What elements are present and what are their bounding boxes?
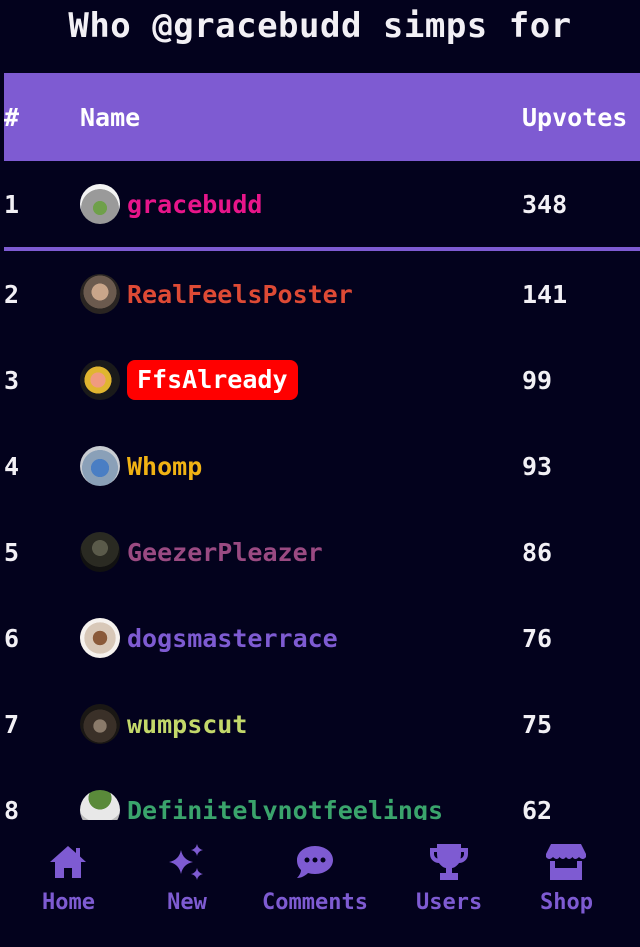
avatar[interactable] [80, 704, 120, 744]
username-link[interactable]: dogsmasterrace [127, 624, 338, 653]
table-row: 5 GeezerPleazer 86 [4, 509, 640, 595]
trophy-icon [430, 844, 469, 880]
rank: 6 [4, 623, 20, 653]
avatar[interactable] [80, 274, 120, 314]
header-rank: # [4, 102, 20, 132]
table-row: 6 dogsmasterrace 76 [4, 595, 640, 681]
bottom-nav: Home New Comments Users Shop [0, 830, 640, 947]
rank: 1 [4, 189, 20, 219]
upvote-count: 99 [522, 365, 553, 395]
nav-users[interactable]: Users [416, 842, 482, 915]
nav-comments[interactable]: Comments [262, 842, 368, 915]
table-row: 8 Definitelynotfeelings 62 [4, 767, 640, 820]
username-link[interactable]: wumpscut [127, 710, 247, 739]
nav-comments-label: Comments [262, 890, 368, 915]
username-link[interactable]: RealFeelsPoster [127, 280, 353, 309]
rank: 2 [4, 279, 20, 309]
shop-icon [546, 844, 587, 880]
sparkles-icon [169, 844, 203, 880]
upvote-count: 86 [522, 537, 553, 567]
rank: 8 [4, 795, 20, 821]
avatar[interactable] [80, 532, 120, 572]
upvote-count: 76 [522, 623, 553, 653]
upvote-count: 62 [522, 795, 553, 821]
upvote-count: 75 [522, 709, 553, 739]
username-link[interactable]: GeezerPleazer [127, 538, 323, 567]
table-row: 1 gracebudd 348 [4, 161, 640, 251]
table-header: # Name Upvotes [4, 73, 640, 161]
leaderboard-table: # Name Upvotes 1 gracebudd 348 2 RealFee… [4, 73, 640, 820]
table-row: 7 wumpscut 75 [4, 681, 640, 767]
table-row: 2 RealFeelsPoster 141 [4, 251, 640, 337]
nav-home-label: Home [42, 890, 95, 915]
table-row: 3 FfsAlready 99 [4, 337, 640, 423]
comment-icon [296, 846, 333, 878]
avatar[interactable] [80, 360, 120, 400]
avatar[interactable] [80, 446, 120, 486]
username-link[interactable]: FfsAlready [127, 360, 298, 400]
rank: 4 [4, 451, 20, 481]
nav-users-label: Users [416, 890, 483, 915]
username-link[interactable]: Definitelynotfeelings [127, 796, 443, 821]
nav-new-label: New [167, 890, 207, 915]
rank: 5 [4, 537, 20, 567]
upvote-count: 348 [522, 189, 568, 219]
avatar[interactable] [80, 618, 120, 658]
avatar[interactable] [80, 790, 120, 820]
home-icon [50, 846, 87, 878]
upvote-count: 141 [522, 279, 568, 309]
header-name: Name [80, 102, 141, 132]
nav-shop[interactable]: Shop [540, 842, 593, 915]
rank: 3 [4, 365, 20, 395]
nav-shop-label: Shop [540, 890, 593, 915]
table-row: 4 Whomp 93 [4, 423, 640, 509]
username-link[interactable]: Whomp [127, 452, 202, 481]
page-title: Who @gracebudd simps for [68, 6, 572, 46]
nav-home[interactable]: Home [42, 842, 95, 915]
rank: 7 [4, 709, 20, 739]
scroll-area[interactable]: Who @gracebudd simps for # Name Upvotes … [0, 0, 640, 820]
upvote-count: 93 [522, 451, 553, 481]
username-link[interactable]: gracebudd [127, 190, 262, 219]
header-upvotes: Upvotes [522, 102, 628, 132]
avatar[interactable] [80, 184, 120, 224]
nav-new[interactable]: New [167, 842, 207, 915]
